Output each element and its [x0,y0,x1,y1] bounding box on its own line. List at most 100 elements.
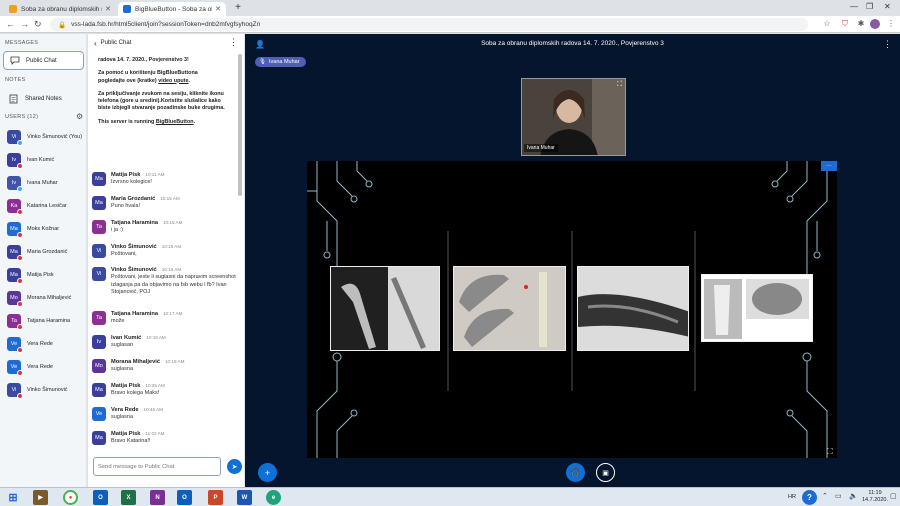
message-body: Vera Rede 10:46 AM suglasna [111,407,242,422]
user-list-item[interactable]: Ta Tatjana Haramina [7,314,85,330]
chat-message-input[interactable]: Send message to Public Chat [93,457,221,476]
audio-headphones-button[interactable]: 🎧 [566,463,585,482]
tab-title: Soba za obranu diplomskih rada [21,5,102,13]
onenote-icon[interactable]: N [150,490,165,505]
chevron-left-icon[interactable]: ‹ [94,39,97,48]
excel-icon[interactable]: X [121,490,136,505]
powerpoint-icon[interactable]: P [208,490,223,505]
user-list-item[interactable]: Ma Matija Pisk [7,268,85,284]
presentation-fullscreen-icon[interactable]: ⛶ [827,447,833,457]
message-time: 10:11 AM [145,172,165,177]
chrome-icon[interactable]: ● [63,490,78,505]
browser-tab-1[interactable]: Soba za obranu diplomskih rada ✕ [4,2,116,16]
user-list-item[interactable]: Vi Vinko Šimunović (You) [7,130,85,146]
chat-panel: ‹ Public Chat ⋮ radova 14. 7. 2020., Pov… [88,34,245,487]
help-icon[interactable]: ? [802,490,817,505]
user-list-item[interactable]: Vi Vinko Šimunović [7,383,85,399]
forward-icon[interactable]: → [20,19,29,29]
minimize-icon[interactable]: — [850,2,858,11]
avatar-initials: Ma [10,249,18,255]
tray-chevron-icon[interactable]: ⌃ [822,492,828,500]
outlook-icon[interactable]: O [93,490,108,505]
shared-notes-label: Shared Notes [25,95,62,102]
tab-close-icon[interactable]: ✕ [215,5,221,13]
user-list-item[interactable]: Ma Moks Kožnar [7,222,85,238]
browser-menu-icon[interactable]: ⋮ [886,19,896,29]
avatar-initials: Ta [96,315,102,321]
message-sender: Matija Pisk [111,383,141,389]
actions-plus-button[interactable]: + [258,463,277,482]
main-options-icon[interactable]: ⋮ [883,39,892,50]
new-tab-button[interactable]: + [232,2,244,14]
media-player-icon[interactable]: ▶ [33,490,48,505]
notifications-icon[interactable]: ▢ [890,492,897,500]
browser-toolbar: ← → ↻ 🔒 vss-lada.fsb.hr/html5client/join… [0,16,900,33]
user-avatar: Ma [7,268,23,284]
shared-notes-button[interactable]: Shared Notes [3,89,84,108]
send-message-button[interactable]: ➤ [227,459,242,474]
message-header: Vera Rede 10:46 AM [111,407,242,413]
user-status-icon [17,255,23,261]
word-icon[interactable]: W [237,490,252,505]
public-chat-button[interactable]: Public Chat [3,51,84,70]
chat-message: Mo Morana Mihaljević 10:18 AM suglasna [92,359,242,374]
back-icon[interactable]: ← [6,19,15,29]
presentation-slide: ··· [307,161,837,458]
user-list-item[interactable]: Iv Ivan Kumić [7,153,85,169]
avatar-initials: Vi [96,271,102,277]
tab-favicon-icon [9,5,17,13]
message-sender: Vera Rede [111,407,139,413]
network-icon[interactable]: ▭ [835,492,842,500]
profile-avatar-icon[interactable] [870,19,880,29]
screen-share-button[interactable]: ▣ [596,463,615,482]
message-text: Izvrsno kolegice! [111,179,152,185]
slide-photo-4 [701,274,813,342]
window-close-icon[interactable]: ✕ [884,2,891,11]
message-text: Puno hvala! [111,203,141,209]
user-list-item[interactable]: Mo Morana Mihaljević [7,291,85,307]
tab-close-icon[interactable]: ✕ [105,5,111,13]
browser-tab-2[interactable]: BigBlueButton - Soba za ob ✕ [118,2,226,16]
message-avatar: Ve [92,407,106,421]
url-text: vss-lada.fsb.hr/html5client/join?session… [71,21,261,28]
maximize-icon[interactable]: ❐ [866,2,873,11]
user-list-item[interactable]: Ka Katarina Lesičar [7,199,85,215]
message-time: 10:18 AM [146,335,166,340]
lock-icon: 🔒 [58,21,67,29]
edge-icon[interactable]: e [266,490,281,505]
user-avatar: Vi [7,130,23,146]
message-body: Vinko Šimunović 10:16 AM Poštovani, [111,244,242,259]
slide-options-button[interactable]: ··· [821,161,837,171]
avatar-initials: Ta [96,224,102,230]
user-list-item[interactable]: Ve Vera Rede [7,337,85,353]
webcam-video[interactable]: Ivana Muhar ⛶ [521,78,626,156]
avatar-initials: Ma [95,387,103,393]
welcome-message: radova 14. 7. 2020., Povjerenstvo 3! Za … [92,54,232,169]
taskbar-clock[interactable]: 11:19 14.7.2020. [862,490,888,504]
public-chat-label: Public Chat [26,57,57,64]
address-bar[interactable]: 🔒 vss-lada.fsb.hr/html5client/join?sessi… [50,18,808,31]
user-list-item[interactable]: Ma Maria Grozdanić [7,245,85,261]
extensions-puzzle-icon[interactable]: ✱ [856,19,866,29]
user-list-item[interactable]: Iv Ivana Muhar [7,176,85,192]
message-body: Ivan Kumić 10:18 AM suglasan [111,335,242,350]
message-text: može [111,318,125,324]
video-guide-link[interactable]: video upute [158,78,188,84]
bigbluebutton-link[interactable]: BigBlueButton [156,119,194,125]
message-header: Vinko Šimunović 10:16 AM [111,244,242,250]
bookmark-star-icon[interactable]: ☆ [822,19,832,29]
volume-icon[interactable]: 🔈 [849,492,858,500]
outlook-2-icon[interactable]: O [177,490,192,505]
users-settings-gear-icon[interactable]: ⚙ [76,112,83,121]
language-indicator[interactable]: HR [788,494,796,500]
user-status-icon [17,301,23,307]
user-status-icon [17,324,23,330]
webcam-fullscreen-icon[interactable]: ⛶ [617,81,622,89]
reload-icon[interactable]: ↻ [34,19,42,29]
avatar-initials: Ta [11,318,17,324]
chat-options-icon[interactable]: ⋮ [229,37,238,48]
extension-shield-icon[interactable]: ⛉ [840,19,850,29]
windows-start-icon[interactable]: ⊞ [3,490,23,505]
user-list-item[interactable]: Ve Vera Rede [7,360,85,376]
chat-header[interactable]: ‹ Public Chat ⋮ [88,34,245,52]
